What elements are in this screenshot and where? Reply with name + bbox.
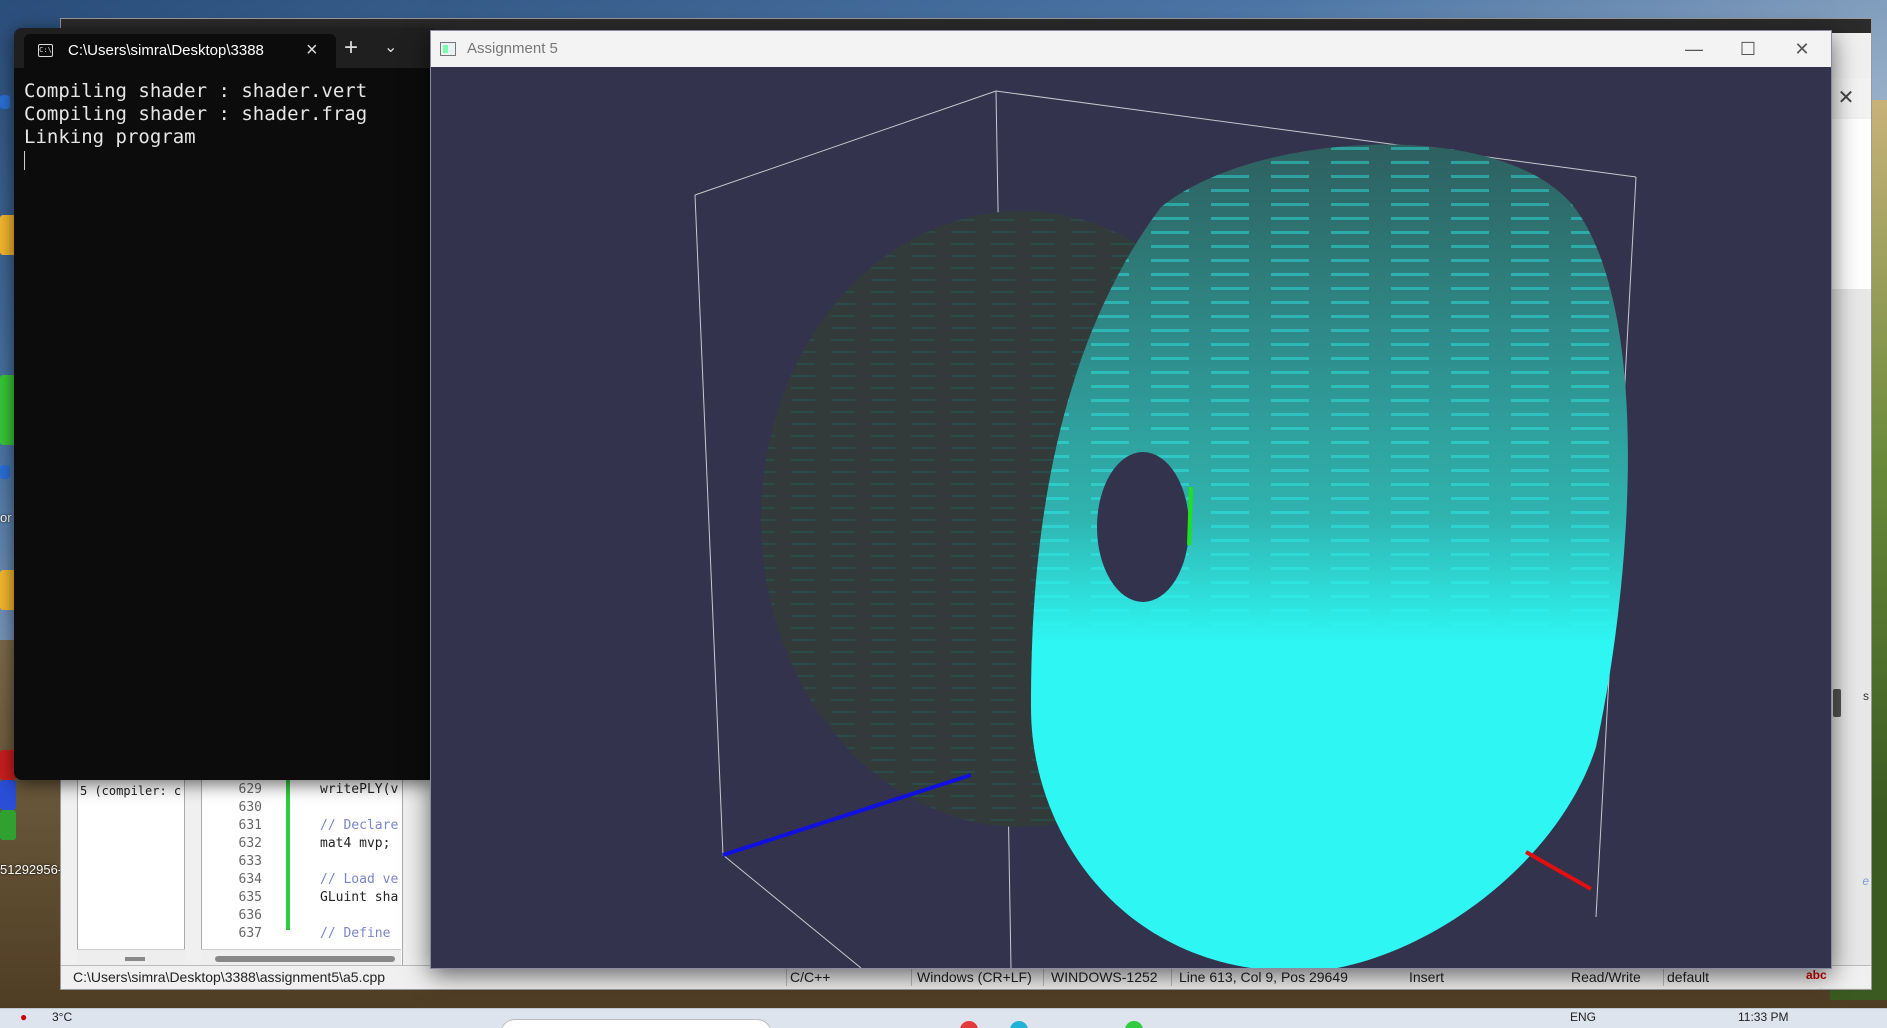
scrollbar-thumb[interactable] — [125, 957, 145, 961]
line-number: 635 — [238, 890, 262, 905]
line-text: // Load ve — [320, 872, 399, 887]
status-access: Read/Write — [1571, 969, 1641, 985]
status-language[interactable]: C/C++ — [790, 969, 830, 985]
close-icon[interactable]: ✕ — [1779, 35, 1825, 63]
status-line-endings[interactable]: Windows (CR+LF) — [917, 969, 1032, 985]
clock[interactable]: 11:33 PM — [1738, 1010, 1788, 1024]
editor-side-link: e — [1862, 874, 1869, 888]
line-text: GLuint sha — [320, 890, 399, 905]
terminal-line: Compiling shader : shader.frag — [24, 103, 368, 125]
new-tab-plus-icon[interactable]: + — [344, 34, 358, 62]
status-scheme[interactable]: default — [1667, 969, 1709, 985]
app-window-icon — [440, 42, 456, 56]
line-text: mat4 mvp; — [320, 836, 391, 851]
line-number: 630 — [238, 800, 262, 815]
terminal-output[interactable]: Compiling shader : shader.vert Compiling … — [24, 80, 367, 172]
spellcheck-icon[interactable]: abc — [1806, 968, 1827, 982]
line-number: 634 — [238, 872, 262, 887]
line-number: 637 — [238, 926, 262, 941]
taskbar: ● 3°C ENG 11:33 PM — [0, 1008, 1887, 1028]
line-text: // Define — [320, 926, 391, 941]
line-number: 629 — [238, 782, 262, 797]
scrollbar-thumb[interactable] — [215, 956, 395, 962]
desktop-icon-label: 51292956- — [0, 862, 63, 877]
terminal-cursor — [24, 151, 25, 170]
notification-badge[interactable]: ● — [20, 1010, 27, 1024]
code-pane[interactable]: 629 writePLY(v 630 631 // Declare 632 mat4 … — [201, 779, 403, 974]
status-encoding[interactable]: WINDOWS-1252 — [1051, 969, 1158, 985]
line-number: 631 — [238, 818, 262, 833]
terminal-tab[interactable]: C:\ C:\Users\simra\Desktop\3388 × — [24, 34, 336, 68]
language-indicator[interactable]: ENG — [1570, 1010, 1596, 1024]
status-file-path: C:\Users\simra\Desktop\3388\assignment5\… — [73, 969, 386, 985]
terminal-tab-title: C:\Users\simra\Desktop\3388 — [68, 42, 264, 59]
terminal-line: Linking program — [24, 126, 196, 148]
terminal-line: Compiling shader : shader.vert — [24, 80, 368, 102]
editor-side-text: s — [1863, 689, 1869, 703]
line-text: // Declare — [320, 818, 399, 833]
line-text: writePLY(v — [320, 782, 399, 797]
terminal-icon: C:\ — [38, 44, 53, 57]
y-axis — [1187, 486, 1193, 546]
weather-text[interactable]: 3°C — [52, 1010, 72, 1024]
minimize-icon[interactable]: — — [1671, 35, 1717, 63]
editor-scrollbar-thumb[interactable] — [1833, 689, 1841, 717]
winrar-icon[interactable] — [0, 810, 16, 840]
gl-titlebar[interactable]: Assignment 5 — ☐ ✕ — [431, 31, 1831, 67]
desktop-icon-label: or — [0, 510, 12, 525]
terminal-titlebar: C:\ C:\Users\simra\Desktop\3388 × + ⌄ — [14, 28, 434, 68]
line-number: 632 — [238, 836, 262, 851]
desktop-shortcut-icon[interactable] — [0, 95, 10, 109]
maximize-icon[interactable]: ☐ — [1725, 35, 1771, 63]
line-number: 636 — [238, 908, 262, 923]
opengl-window[interactable]: Assignment 5 — ☐ ✕ — [430, 30, 1832, 969]
compiler-text: 5 (compiler: c — [80, 784, 182, 798]
close-icon[interactable]: × — [306, 39, 318, 62]
status-cursor-position: Line 613, Col 9, Pos 29649 — [1179, 969, 1348, 985]
status-mode[interactable]: Insert — [1409, 969, 1444, 985]
terminal-window[interactable]: C:\ C:\Users\simra\Desktop\3388 × + ⌄ Co… — [14, 28, 434, 780]
x-axis — [1525, 850, 1592, 891]
3d-viewport[interactable] — [431, 67, 1831, 968]
winrar-icon[interactable] — [0, 780, 16, 810]
window-title: Assignment 5 — [467, 40, 558, 57]
line-number: 633 — [238, 854, 262, 869]
z-axis — [722, 773, 972, 857]
compiler-message-pane[interactable]: 5 (compiler: c — [77, 779, 185, 972]
change-marker — [286, 780, 290, 930]
chevron-down-icon[interactable]: ⌄ — [384, 37, 397, 57]
desktop-shortcut-icon[interactable] — [0, 465, 10, 479]
